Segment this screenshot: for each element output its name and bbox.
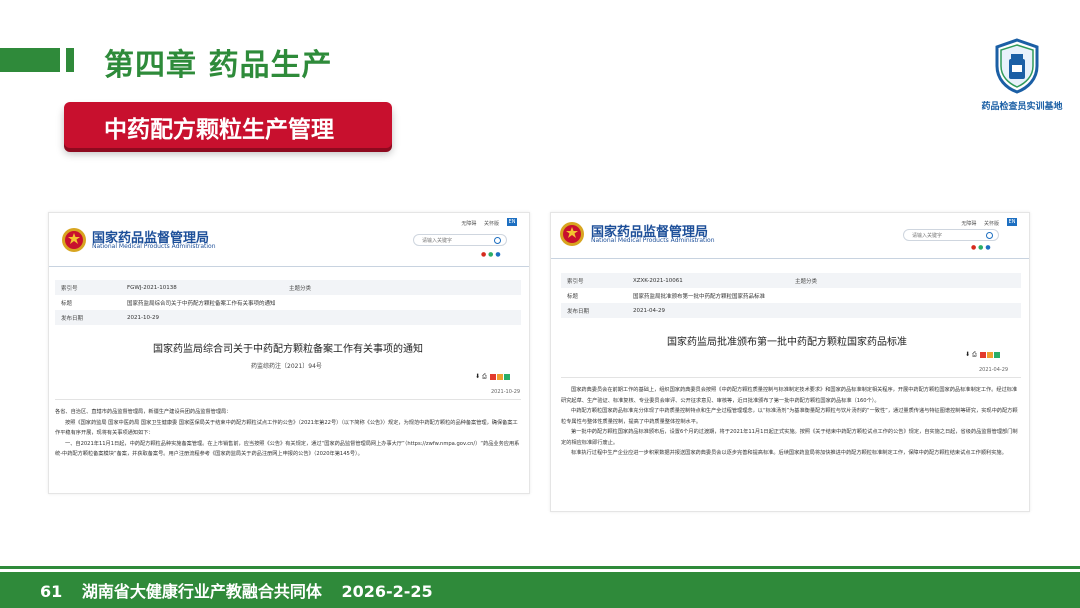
content-divider [561, 377, 1021, 378]
search-placeholder: 请输入关键字 [422, 238, 453, 244]
body-paragraph: 中药配方颗粒国家药品标准充分体现了中药质量控制特点和生产全过程管理理念，以“标准… [561, 408, 1018, 425]
body-paragraph: 第一批中药配方颗粒国家药品标准颁布后，设置6个月的过渡期，将于2021年11月1… [561, 429, 1018, 446]
download-icon[interactable]: ⬇ [475, 373, 480, 380]
top-links: 无障碍 关怀版 [955, 220, 999, 227]
share-wechat-icon[interactable] [993, 351, 1000, 358]
doc-body: 各省、自治区、直辖市药品监督管理局，新疆生产建设兵团药品监督管理局： 按照《国家… [55, 407, 521, 460]
header-accent-tick [66, 48, 74, 72]
doc-date: 2021-04-29 [979, 367, 1009, 373]
doc-date: 2021-10-29 [491, 389, 521, 395]
meta-key: 索引号 [61, 285, 78, 292]
meta-value: 国家药监局批准颁布第一批中药配方颗粒国家药品标准 [633, 293, 766, 300]
meta-table: 索引号 XZXK-2021-10061 主题分类 标题 国家药监局批准颁布第一批… [561, 273, 1021, 318]
table-row: 索引号 FGWJ-2021-10138 主题分类 [55, 280, 521, 295]
doc-number: 药监综药注〔2021〕94号 [251, 363, 322, 370]
download-icon[interactable]: ⬇ [965, 351, 970, 358]
meta-table: 索引号 FGWJ-2021-10138 主题分类 标题 国家药监局综合司关于中药… [55, 280, 521, 325]
share-qzone-icon[interactable] [496, 373, 503, 380]
meta-value: XZXK-2021-10061 [633, 277, 683, 284]
meta-value: FGWJ-2021-10138 [127, 284, 177, 291]
share-weibo-icon[interactable] [489, 373, 496, 380]
meta-value: 2021-04-29 [633, 307, 665, 314]
accessibility-link[interactable]: 无障碍 [461, 221, 476, 227]
table-row: 发布日期 2021-04-29 [561, 303, 1021, 318]
notice-screenshot-2: 无障碍 关怀版 EN 国家药品监督管理局 National Medical Pr… [550, 212, 1030, 512]
meta-value: 2021-10-29 [127, 314, 159, 321]
table-row: 标题 国家药监局综合司关于中药配方颗粒备案工作有关事项的通知 [55, 295, 521, 310]
meta-value [861, 273, 1021, 288]
social-icons: ● ● ● [481, 251, 501, 258]
meta-value: 国家药监局综合司关于中药配方颗粒备案工作有关事项的通知 [127, 300, 276, 307]
doc-title: 国家药监局批准颁布第一批中药配方颗粒国家药品标准 [667, 337, 907, 348]
content-divider [55, 399, 521, 400]
shield-bottle-icon [995, 38, 1039, 94]
print-icon[interactable]: ⎙ [972, 351, 977, 358]
body-paragraph: 一、自2021年11月1日起，中药配方颗粒品种实施备案管理。在上市销售前，应当按… [55, 440, 520, 458]
section-title: 中药配方颗粒生产管理 [104, 117, 334, 143]
share-wechat-icon[interactable] [503, 373, 510, 380]
care-mode-link[interactable]: 关怀版 [484, 221, 499, 227]
meta-key: 标题 [61, 300, 73, 307]
search-icon[interactable] [986, 232, 993, 239]
header-divider [551, 258, 1029, 259]
body-paragraph: 各省、自治区、直辖市药品监督管理局，新疆生产建设兵团药品监督管理局： [55, 409, 232, 415]
print-icon[interactable]: ⎙ [482, 373, 487, 380]
doc-body: 国家药典委员会在前期工作的基础上，组织国家药典委员会按照《中药配方颗粒质量控制与… [561, 385, 1021, 459]
header-accent-bar [0, 48, 60, 72]
meta-key: 主题分类 [795, 278, 818, 285]
top-links: 无障碍 关怀版 [455, 220, 499, 227]
body-paragraph: 按照《国家药监局 国家中医药局 国家卫生健康委 国家医保局关于结束中药配方颗粒试… [55, 419, 518, 437]
national-emblem-icon [62, 228, 86, 252]
wechat-icon[interactable]: ● [978, 244, 983, 251]
search-placeholder: 请输入关键字 [912, 233, 943, 239]
table-row: 索引号 XZXK-2021-10061 主题分类 [561, 273, 1021, 288]
weibo-icon[interactable]: ● [481, 251, 486, 258]
national-emblem-icon [560, 222, 584, 246]
doc-title: 国家药监局综合司关于中药配方颗粒备案工作有关事项的通知 [153, 344, 423, 355]
chapter-title: 第四章 药品生产 [104, 48, 333, 83]
app-icon[interactable]: ● [495, 251, 500, 258]
site-name-en: National Medical Products Administration [591, 237, 715, 244]
page-number: 61 [40, 582, 63, 601]
doc-tools: ⬇ ⎙ [475, 373, 510, 381]
footer-top-line [0, 566, 1080, 569]
search-input[interactable]: 请输入关键字 [903, 229, 999, 241]
body-paragraph: 国家药典委员会在前期工作的基础上，组织国家药典委员会按照《中药配方颗粒质量控制与… [561, 387, 1018, 404]
table-row: 标题 国家药监局批准颁布第一批中药配方颗粒国家药品标准 [561, 288, 1021, 303]
footer-date: 2026-2-25 [341, 582, 433, 601]
meta-key: 发布日期 [61, 315, 84, 322]
site-name-en: National Medical Products Administration [92, 243, 216, 250]
en-button[interactable]: EN [507, 218, 517, 226]
wechat-icon[interactable]: ● [488, 251, 493, 258]
care-mode-link[interactable]: 关怀版 [984, 221, 999, 227]
notice-screenshot-1: 无障碍 关怀版 EN 国家药品监督管理局 National Medical Pr… [48, 212, 530, 494]
social-icons: ● ● ● [971, 244, 991, 251]
table-row: 发布日期 2021-10-29 [55, 310, 521, 325]
weibo-icon[interactable]: ● [971, 244, 976, 251]
meta-key: 主题分类 [289, 285, 312, 292]
doc-tools: ⬇ ⎙ [965, 351, 1000, 359]
logo-label: 药品检查员实训基地 [981, 102, 1063, 112]
meta-key: 索引号 [567, 278, 584, 285]
search-icon[interactable] [494, 237, 501, 244]
accessibility-link[interactable]: 无障碍 [961, 221, 976, 227]
app-icon[interactable]: ● [985, 244, 990, 251]
share-qzone-icon[interactable] [986, 351, 993, 358]
meta-value [355, 280, 521, 295]
share-weibo-icon[interactable] [979, 351, 986, 358]
meta-key: 发布日期 [567, 308, 590, 315]
meta-key: 标题 [567, 293, 579, 300]
search-input[interactable]: 请输入关键字 [413, 234, 507, 246]
footer-text: 61 湖南省大健康行业产教融合共同体 2026-2-25 [40, 578, 447, 602]
en-button[interactable]: EN [1007, 218, 1017, 226]
body-paragraph: 标准执行过程中生产企业应进一步积累数据并报送国家药典委员会以逐步完善和提高标准。… [571, 450, 1007, 456]
header-divider [49, 266, 529, 267]
footer-org: 湖南省大健康行业产教融合共同体 [81, 582, 322, 601]
